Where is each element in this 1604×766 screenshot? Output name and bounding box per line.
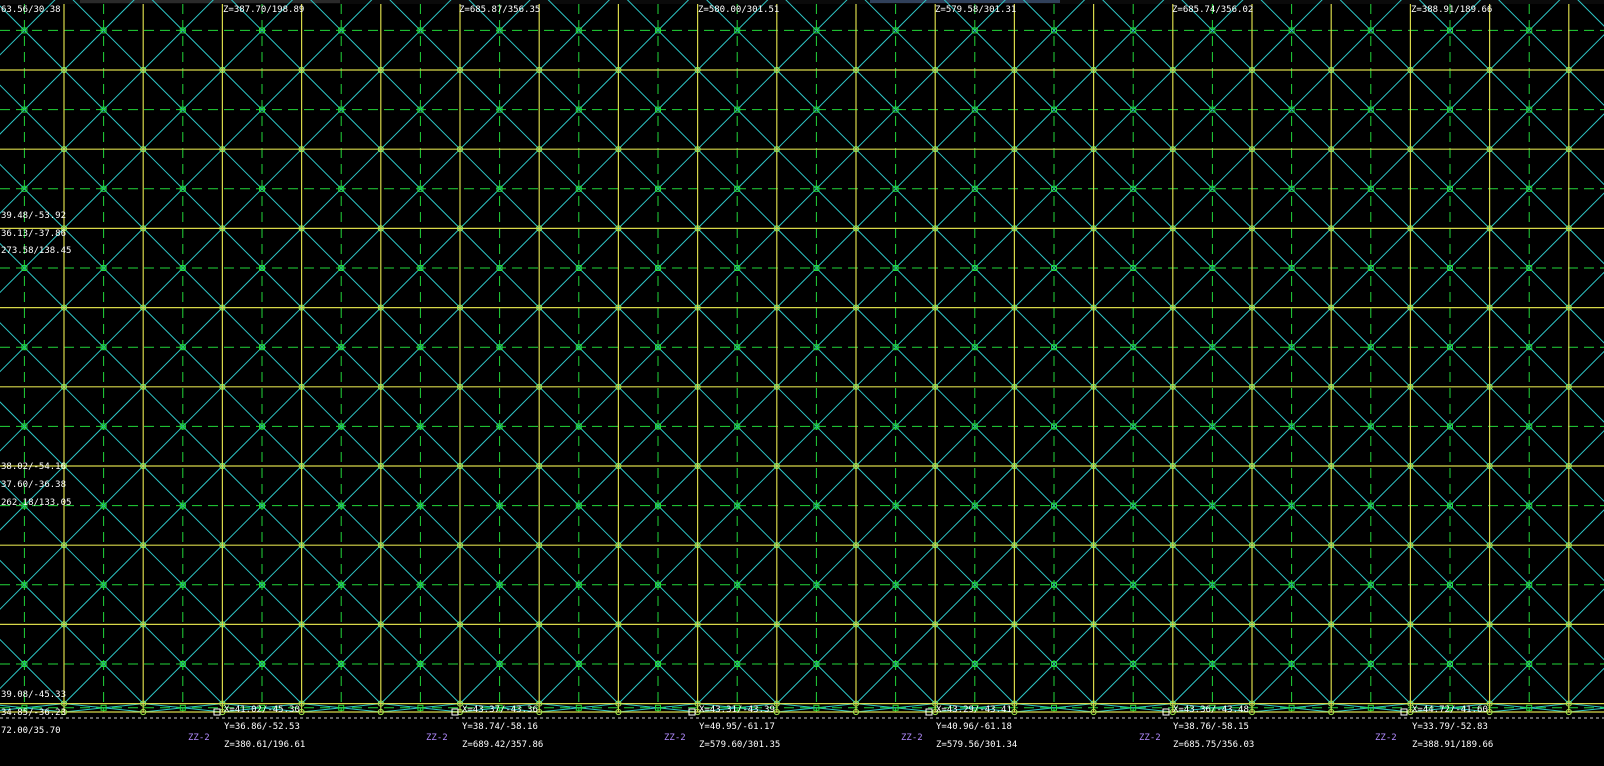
- support-label-z: Z=685.75/356.03: [1173, 740, 1255, 750]
- support-label-y: Y=36.86/-52.53: [224, 722, 300, 732]
- top-label: Z=579.58/301.31: [935, 5, 1017, 15]
- left-label: 34.85/-36.23: [1, 708, 67, 718]
- top-label: Z=388.91/189.66: [1411, 5, 1493, 15]
- cad-drawing-canvas[interactable]: 63.56/30.38 Z=387.70/198.89 Z=685.87/356…: [0, 0, 1604, 766]
- left-label: 36.13/-37.86: [1, 229, 67, 239]
- support-tag: ZZ-2: [664, 733, 686, 743]
- left-label: 38.02/-54.16: [1, 462, 67, 472]
- top-label: 63.56/30.38: [1, 5, 61, 15]
- left-label: 262.18/133.05: [1, 498, 72, 508]
- support-tag: ZZ-2: [1375, 733, 1397, 743]
- support-label-y: Y=38.76/-58.15: [1173, 722, 1249, 732]
- support-label-y: Y=40.95/-61.17: [699, 722, 775, 732]
- support-tag: ZZ-2: [901, 733, 923, 743]
- support-label-y: Y=33.79/-52.83: [1412, 722, 1488, 732]
- left-label: 273.58/138.45: [1, 246, 72, 256]
- support-label-y: Y=38.74/-58.16: [462, 722, 538, 732]
- space-frame-grid: [0, 0, 1604, 719]
- support-label-x: X=43.31/-43.39: [699, 705, 775, 715]
- left-label: 39.08/-45.33: [1, 690, 67, 700]
- top-label: Z=685.87/356.35: [459, 5, 541, 15]
- support-tag: ZZ-2: [1139, 733, 1161, 743]
- support-label-x: X=43.37/-43.36: [462, 705, 538, 715]
- top-label: Z=685.74/356.02: [1172, 5, 1254, 15]
- left-label: 37.60/-36.38: [1, 480, 67, 490]
- support-label-z: Z=579.56/301.34: [936, 740, 1018, 750]
- left-label: 39.48/-53.92: [1, 211, 67, 221]
- support-label-z: Z=380.61/196.61: [224, 740, 306, 750]
- support-label-z: Z=388.91/189.66: [1412, 740, 1494, 750]
- support-label-x: X=43.29/-43.41: [936, 705, 1012, 715]
- support-label-x: X=43.36/-43.48: [1173, 705, 1249, 715]
- top-label: Z=387.70/198.89: [223, 5, 305, 15]
- left-label: 72.00/35.70: [1, 726, 61, 736]
- diagonal-member: [1577, 0, 1604, 27]
- support-label-x: X=44.72/-41.60: [1412, 705, 1488, 715]
- support-tag: ZZ-2: [188, 733, 210, 743]
- support-label-z: Z=579.60/301.35: [699, 740, 781, 750]
- support-label-z: Z=689.42/357.86: [462, 740, 544, 750]
- diagonal-member: [1568, 34, 1604, 71]
- support-label-y: Y=40.96/-61.18: [936, 722, 1012, 732]
- top-label: Z=580.00/301.51: [698, 5, 780, 15]
- support-tag: ZZ-2: [426, 733, 448, 743]
- support-label-x: X=41.02/-45.30: [224, 705, 300, 715]
